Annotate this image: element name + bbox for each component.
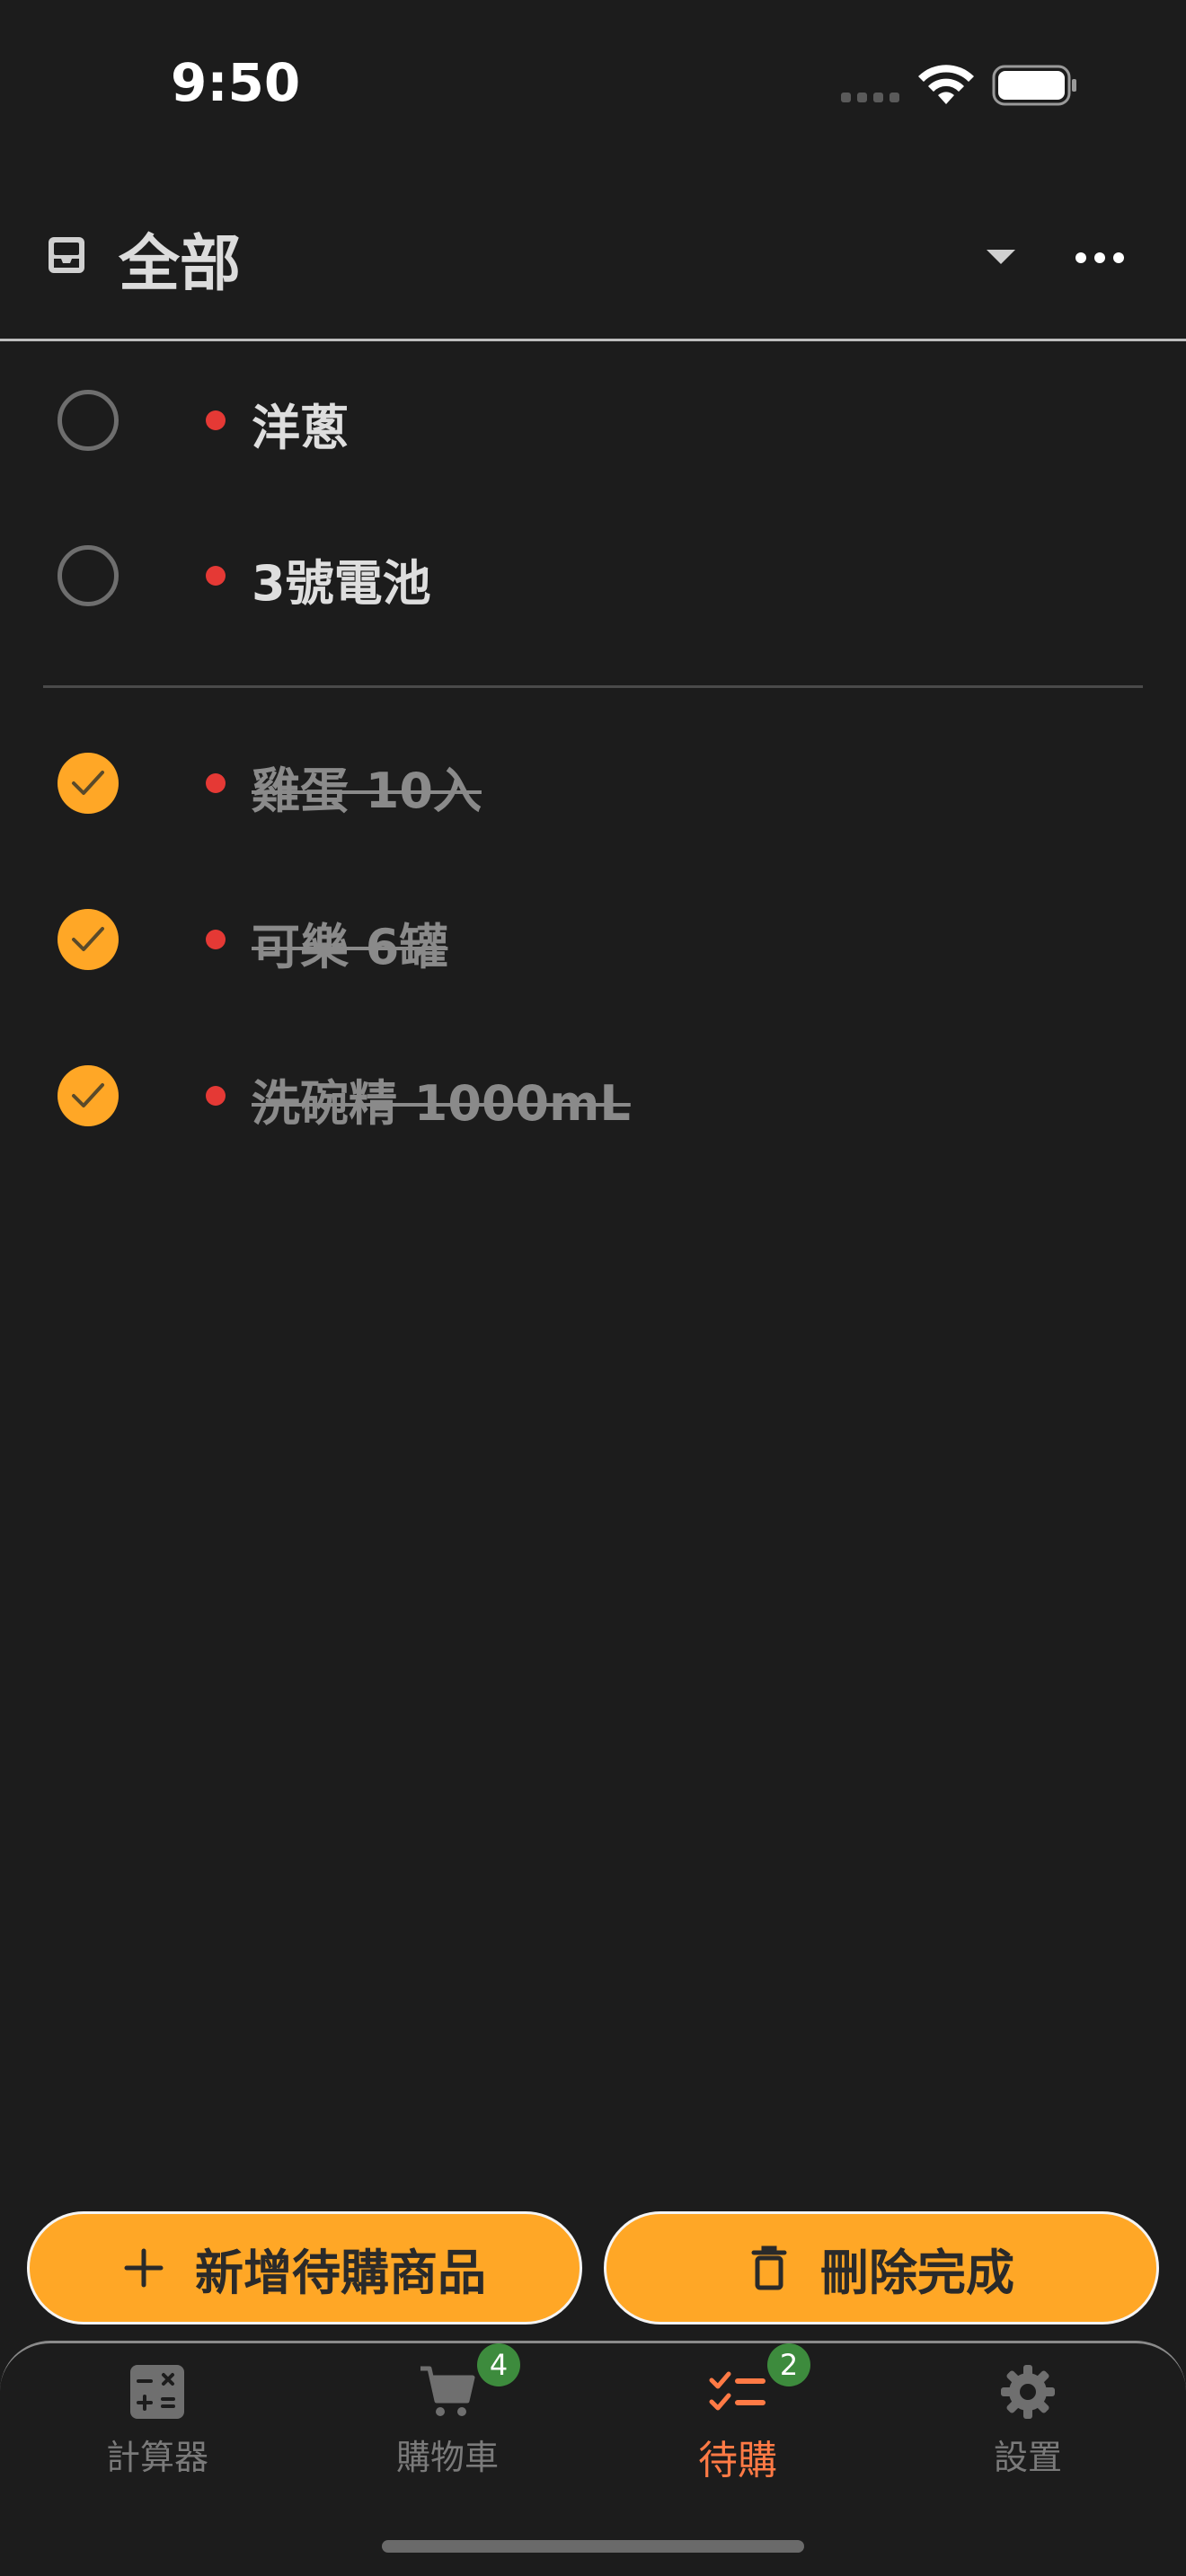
plus-icon bbox=[124, 2248, 164, 2288]
checkmark-icon bbox=[72, 1083, 104, 1107]
more-options-icon[interactable] bbox=[1075, 250, 1125, 266]
tab-cart[interactable]: 4 購物車 bbox=[299, 2343, 596, 2505]
inbox-icon[interactable] bbox=[45, 234, 88, 277]
priority-dot-icon bbox=[206, 410, 226, 430]
status-time: 9:50 bbox=[171, 52, 301, 113]
wifi-icon bbox=[918, 65, 974, 104]
list-item[interactable]: 可樂 6罐 bbox=[0, 862, 1186, 1015]
list-item[interactable]: 洋蔥 bbox=[0, 343, 1186, 496]
checkmark-icon bbox=[72, 927, 104, 951]
priority-dot-icon bbox=[206, 930, 226, 949]
to-buy-count-badge: 2 bbox=[767, 2343, 810, 2386]
checked-circle-icon[interactable] bbox=[58, 753, 119, 814]
add-item-label: 新增待購商品 bbox=[195, 2244, 486, 2301]
calculator-icon bbox=[130, 2365, 184, 2419]
list-header: 全部 bbox=[0, 189, 1186, 341]
tab-label: 計算器 bbox=[105, 2438, 208, 2477]
tab-calculator[interactable]: 計算器 bbox=[9, 2343, 305, 2505]
chevron-down-icon[interactable] bbox=[985, 248, 1017, 266]
screen: 9:50 全部 洋蔥 3號電池 雞蛋 10入 可樂 6罐 洗碗精 1000mL … bbox=[0, 0, 1186, 2576]
home-indicator[interactable] bbox=[382, 2540, 804, 2553]
list-item[interactable]: 雞蛋 10入 bbox=[0, 706, 1186, 859]
unchecked-circle-icon[interactable] bbox=[58, 545, 119, 606]
item-label: 洋蔥 bbox=[252, 400, 349, 456]
cart-icon bbox=[420, 2366, 475, 2416]
item-label: 雞蛋 10入 bbox=[252, 763, 482, 819]
add-item-button[interactable]: 新增待購商品 bbox=[27, 2211, 582, 2325]
page-title[interactable]: 全部 bbox=[119, 214, 241, 303]
priority-dot-icon bbox=[206, 566, 226, 586]
item-label: 可樂 6罐 bbox=[252, 919, 448, 975]
tab-label: 待購 bbox=[698, 2438, 777, 2483]
item-label: 洗碗精 1000mL bbox=[252, 1075, 631, 1132]
list-item[interactable]: 洗碗精 1000mL bbox=[0, 1019, 1186, 1171]
delete-completed-button[interactable]: 刪除完成 bbox=[604, 2211, 1159, 2325]
checklist-icon bbox=[709, 2371, 766, 2411]
cart-count-badge: 4 bbox=[477, 2343, 520, 2386]
priority-dot-icon bbox=[206, 773, 226, 793]
priority-dot-icon bbox=[206, 1086, 226, 1106]
gear-icon bbox=[1001, 2365, 1055, 2419]
list-item[interactable]: 3號電池 bbox=[0, 498, 1186, 651]
battery-icon bbox=[992, 65, 1076, 106]
item-label: 3號電池 bbox=[252, 555, 431, 612]
tab-label: 設置 bbox=[993, 2438, 1062, 2477]
section-divider bbox=[43, 685, 1143, 688]
tab-label: 購物車 bbox=[395, 2438, 499, 2477]
tab-to-buy[interactable]: 2 待購 bbox=[589, 2343, 886, 2505]
checked-circle-icon[interactable] bbox=[58, 909, 119, 970]
checked-circle-icon[interactable] bbox=[58, 1065, 119, 1126]
unchecked-circle-icon[interactable] bbox=[58, 390, 119, 451]
delete-completed-label: 刪除完成 bbox=[820, 2244, 1014, 2301]
checkmark-icon bbox=[72, 771, 104, 795]
tab-settings[interactable]: 設置 bbox=[880, 2343, 1176, 2505]
trash-icon bbox=[751, 2245, 787, 2290]
cellular-signal-icon bbox=[841, 93, 899, 102]
